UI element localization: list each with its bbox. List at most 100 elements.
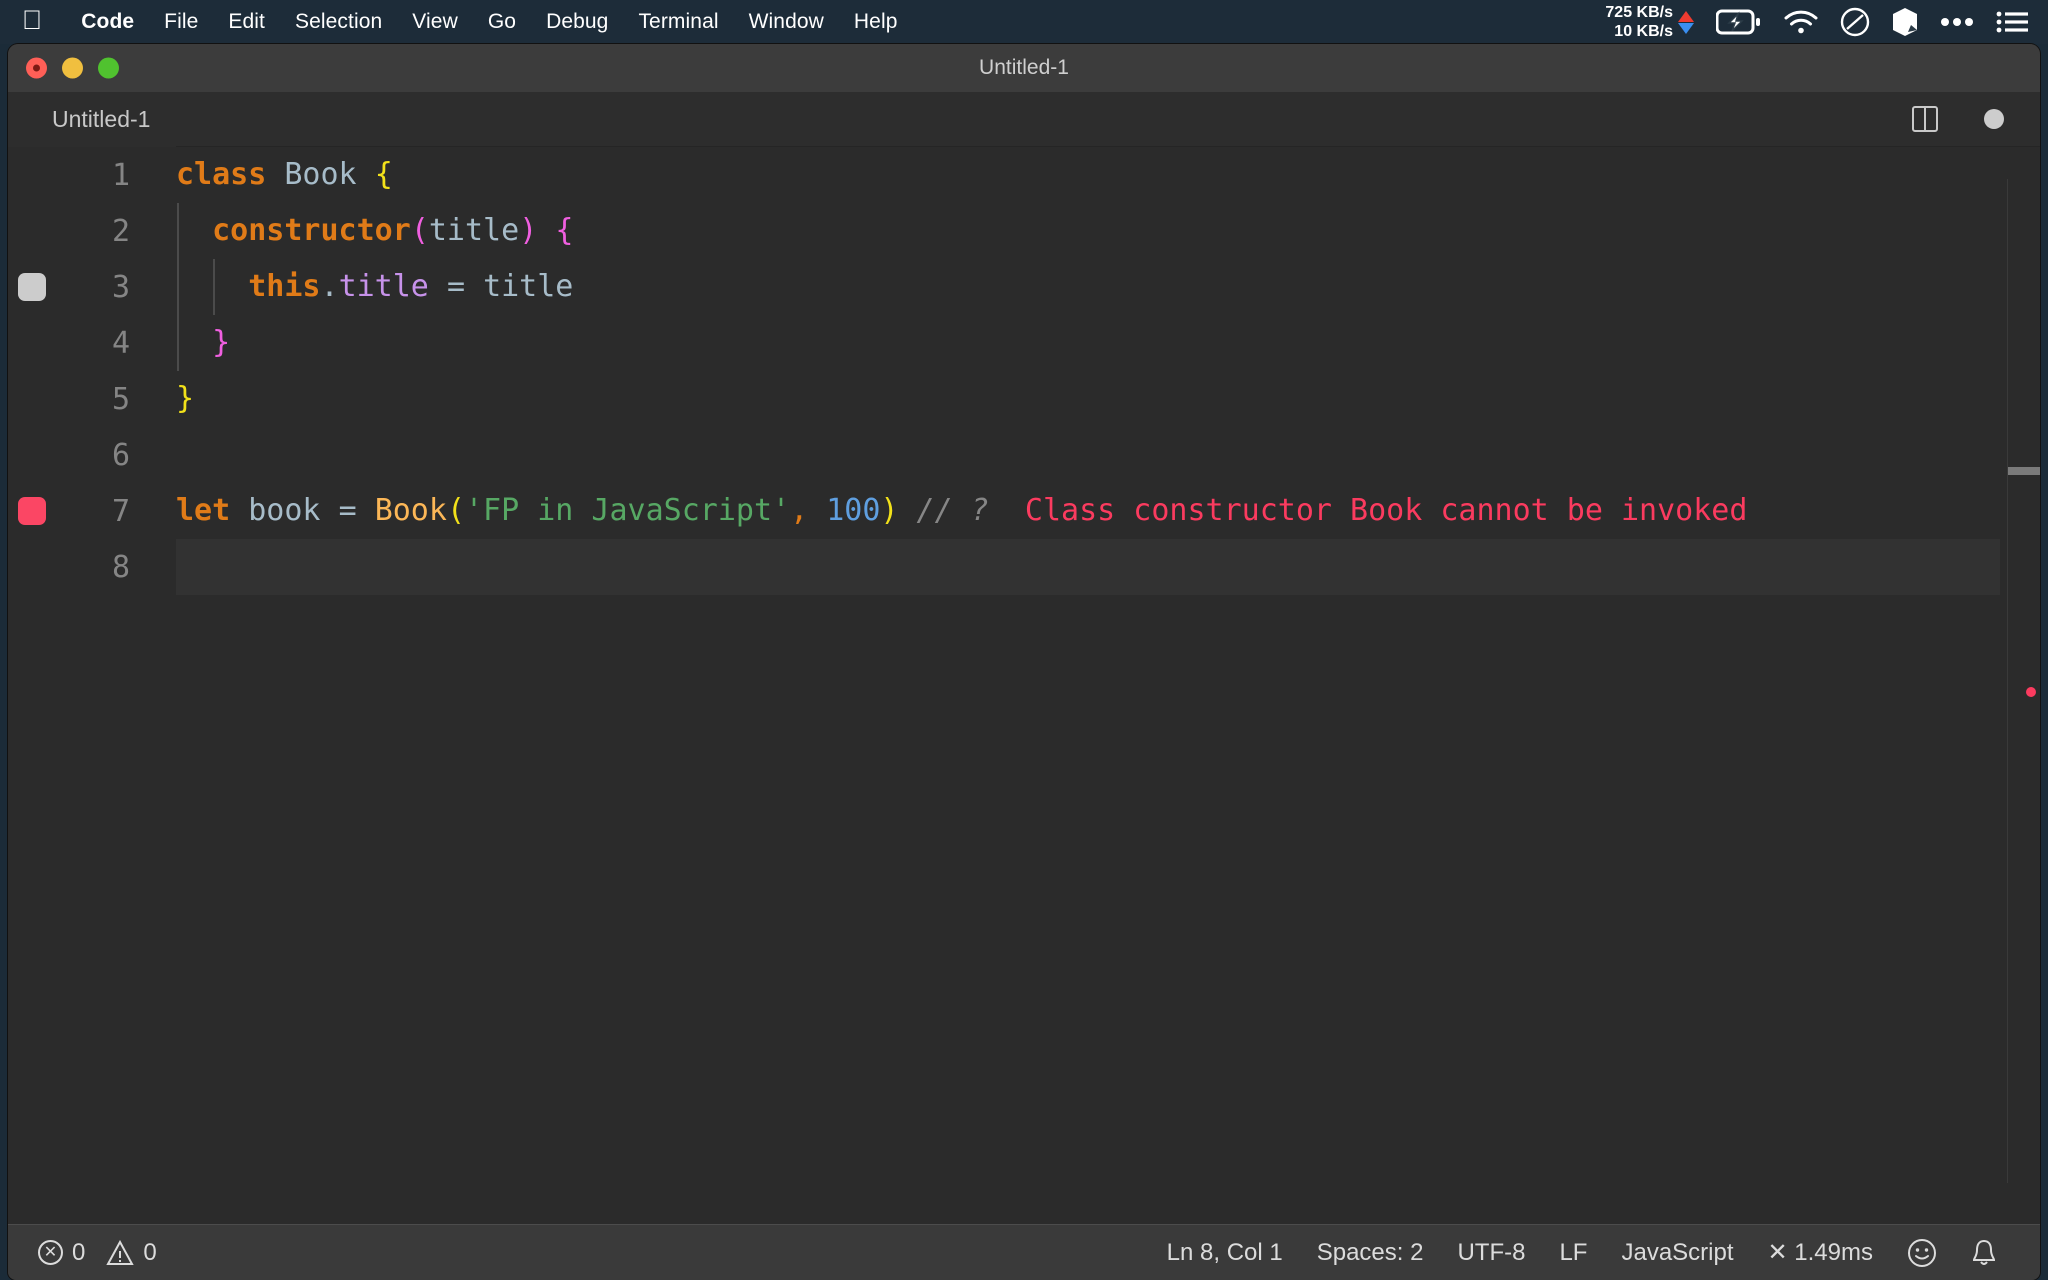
window-title-bar: Untitled-1: [8, 44, 2040, 92]
menu-terminal[interactable]: Terminal: [623, 10, 733, 34]
error-count: 0: [72, 1238, 86, 1266]
do-not-disturb-icon[interactable]: [1840, 7, 1870, 37]
code-token: title: [428, 213, 520, 248]
overview-ruler-error-marker: [2026, 687, 2036, 697]
code-token: Class constructor Book cannot be invoked: [1024, 493, 1748, 528]
close-button[interactable]: [26, 57, 47, 79]
code-line[interactable]: 5}: [8, 371, 2040, 427]
network-download-speed: 10 KB/s: [1614, 23, 1673, 40]
scrollbar-thumb[interactable]: [2008, 467, 2040, 475]
menu-selection[interactable]: Selection: [280, 10, 397, 34]
language-mode[interactable]: JavaScript: [1604, 1239, 1750, 1267]
code-token: {: [374, 157, 393, 192]
encoding-setting[interactable]: UTF-8: [1440, 1239, 1542, 1267]
menu-window[interactable]: Window: [734, 10, 839, 34]
battery-charging-icon[interactable]: [1716, 9, 1762, 35]
indentation-setting[interactable]: Spaces: 2: [1300, 1239, 1441, 1267]
unsaved-dot-icon[interactable]: [1984, 109, 2004, 129]
minimize-button[interactable]: [62, 57, 83, 79]
warning-count: 0: [143, 1238, 157, 1266]
tab-untitled-1[interactable]: Untitled-1: [8, 91, 177, 147]
problems-indicator[interactable]: ✕ 0 0: [38, 1239, 157, 1267]
code-line[interactable]: 6: [8, 427, 2040, 483]
line-content: let book = Book('FP in JavaScript', 100)…: [176, 483, 1747, 539]
network-upload-speed: 725 KB/s: [1605, 4, 1673, 21]
line-number: 1: [111, 157, 130, 193]
code-token: }: [176, 381, 195, 416]
editor-actions: [1912, 106, 2040, 132]
network-speed-indicator[interactable]: 725 KB/s 10 KB/s: [1605, 3, 1694, 41]
status-bar-right: Ln 8, Col 1 Spaces: 2 UTF-8 LF JavaScrip…: [1150, 1238, 2040, 1268]
split-editor-icon[interactable]: [1912, 106, 1938, 132]
line-content: constructor(title) {: [176, 203, 573, 259]
ellipsis-icon[interactable]: [1940, 16, 1974, 28]
line-number: 8: [111, 549, 130, 585]
indent-guide: [177, 315, 179, 371]
status-bar-left: ✕ 0 0: [8, 1239, 157, 1267]
smiley-icon[interactable]: [1890, 1238, 1954, 1268]
menu-debug[interactable]: Debug: [531, 10, 623, 34]
code-token: Book: [374, 493, 447, 528]
list-menu-icon[interactable]: [1996, 10, 2028, 34]
code-line[interactable]: 1 class Book {: [8, 147, 2040, 203]
code-line[interactable]: 7 let book = Book('FP in JavaScript', 100…: [8, 483, 2040, 539]
breakpoint-marker[interactable]: [18, 273, 46, 301]
code-token: title: [338, 269, 429, 304]
code-line[interactable]: 8: [8, 539, 2040, 595]
editor-vertical-scrollbar[interactable]: [2008, 147, 2040, 1183]
code-line[interactable]: 4 }: [8, 315, 2040, 371]
vscode-window: Untitled-1 Untitled-1 1 class Book {2 con…: [8, 44, 2040, 1280]
wifi-icon[interactable]: [1784, 9, 1818, 35]
eol-setting[interactable]: LF: [1542, 1239, 1604, 1267]
warning-triangle-icon: [106, 1239, 135, 1266]
line-content: }: [176, 315, 230, 371]
code-token: .: [320, 269, 339, 304]
line-content: }: [176, 371, 194, 427]
line-number: 5: [111, 381, 130, 417]
macos-menu-bar:  CodeFileEditSelectionViewGoDebugTermin…: [0, 0, 2048, 44]
code-token: (: [410, 213, 429, 248]
menu-edit[interactable]: Edit: [213, 10, 280, 34]
maximize-button[interactable]: [98, 57, 119, 79]
status-bar: ✕ 0 0 Ln 8, Col 1 Spaces: 2 UTF-8 LF Jav…: [8, 1224, 2040, 1280]
code-line[interactable]: 3 this.title = title: [8, 259, 2040, 315]
code-token: book: [248, 493, 321, 528]
line-content: class Book {: [176, 147, 393, 203]
indent-guide: [177, 203, 179, 259]
menu-view[interactable]: View: [397, 10, 473, 34]
breakpoint-marker[interactable]: [18, 497, 46, 525]
traffic-lights: [26, 57, 119, 79]
code-line[interactable]: 2 constructor(title) {: [8, 203, 2040, 259]
menu-file[interactable]: File: [149, 10, 213, 34]
cursor-position[interactable]: Ln 8, Col 1: [1150, 1239, 1300, 1267]
execution-timing[interactable]: ✕ 1.49ms: [1751, 1238, 1890, 1267]
code-token: ,: [790, 493, 809, 528]
window-title: Untitled-1: [979, 56, 1069, 79]
apple-logo-icon[interactable]: : [22, 6, 42, 34]
line-content: this.title = title: [176, 259, 573, 315]
code-token: class: [176, 157, 267, 192]
box-3d-icon[interactable]: [1892, 7, 1918, 37]
menu-code[interactable]: Code: [66, 10, 149, 34]
bell-icon[interactable]: [1954, 1238, 2014, 1268]
code-token: (: [446, 493, 465, 528]
menu-go[interactable]: Go: [473, 10, 531, 34]
code-token: // ?: [916, 493, 989, 528]
code-token: title: [483, 269, 574, 304]
code-token: let: [176, 493, 231, 528]
line-number: 4: [111, 325, 130, 361]
code-editor[interactable]: 1 class Book {2 constructor(title) {3 thi…: [8, 147, 2040, 1183]
menu-help[interactable]: Help: [839, 10, 913, 34]
line-number: 6: [111, 437, 130, 473]
